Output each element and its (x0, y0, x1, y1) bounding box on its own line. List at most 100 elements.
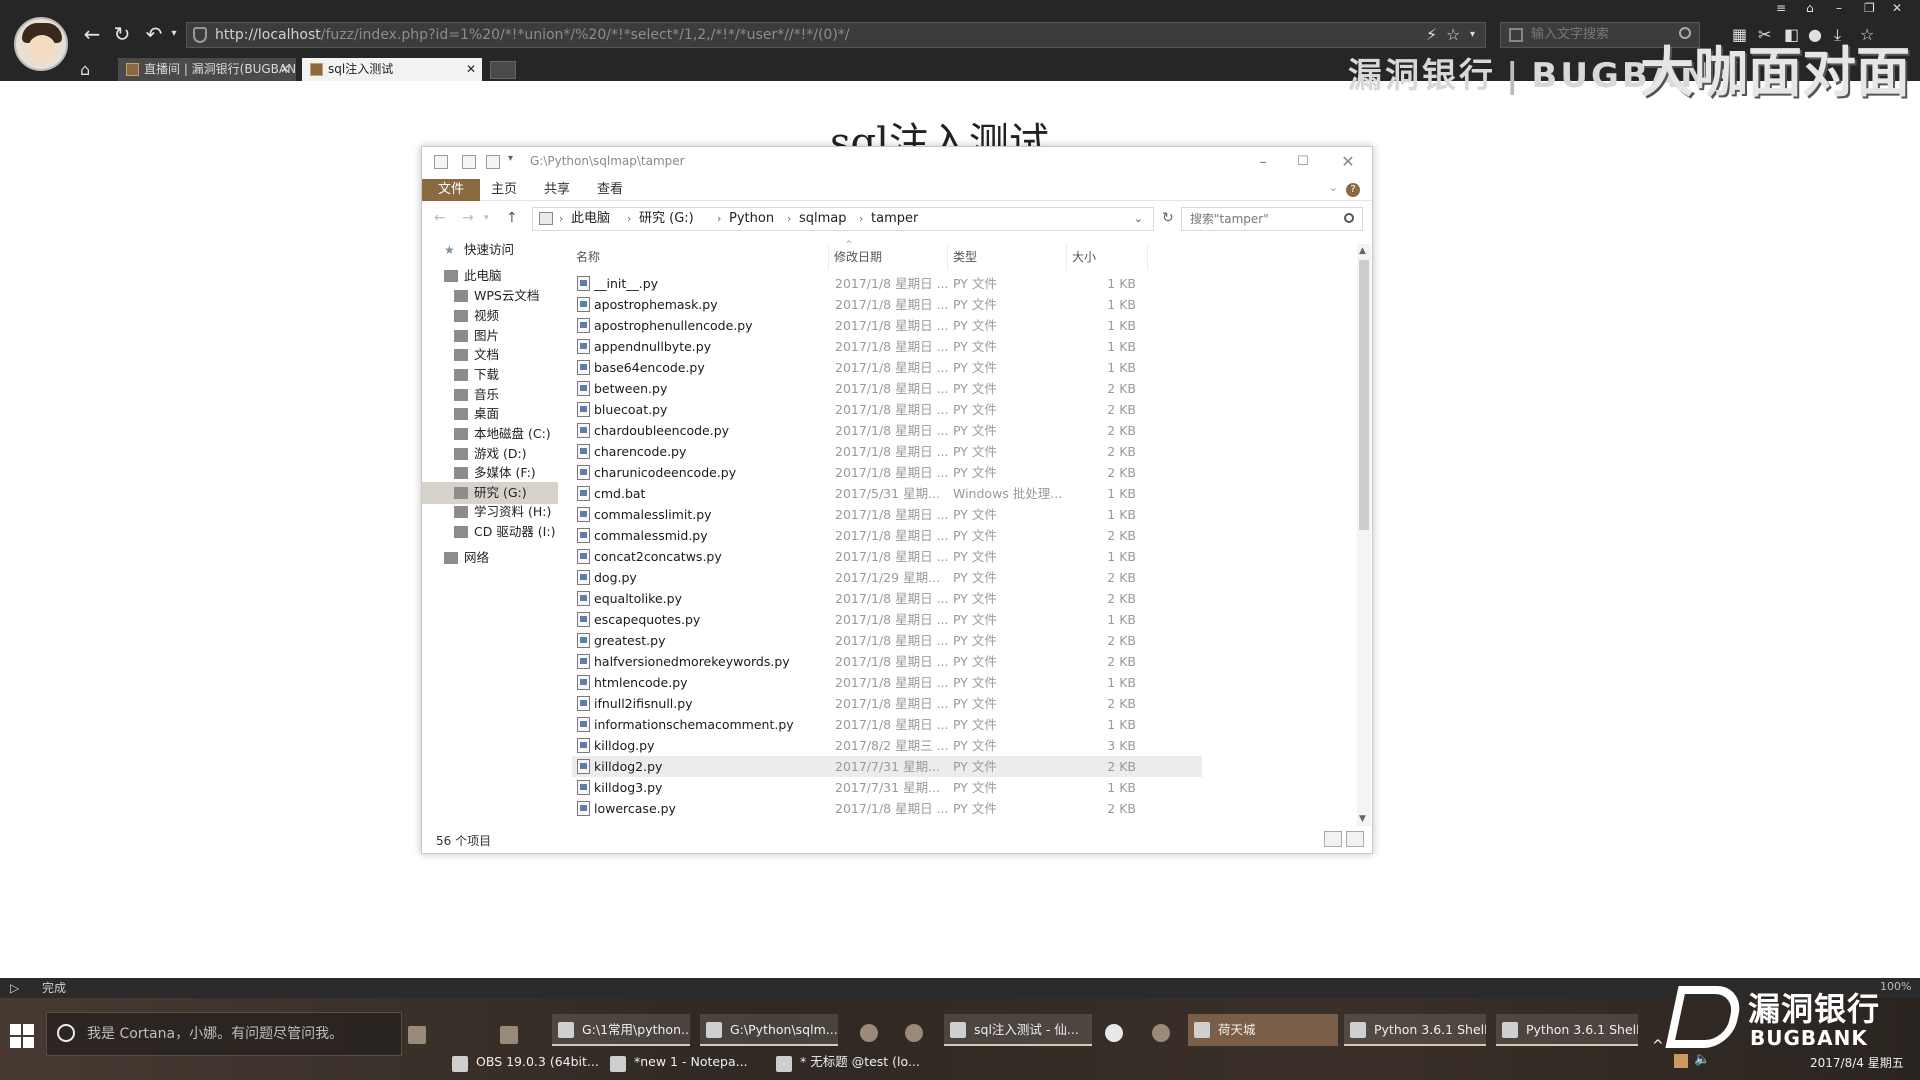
quick-access-dropdown-icon[interactable]: ▾ (508, 153, 513, 164)
file-row[interactable]: htmlencode.py 2017/1/8 星期日 ... PY 文件 1 KB (572, 672, 1202, 693)
taskbar-button[interactable]: sql注入测试 - 仙... (944, 1014, 1092, 1046)
restore-icon[interactable]: ❐ (1864, 0, 1875, 16)
nav-item[interactable]: 多媒体 (F:) (422, 462, 558, 484)
details-view-icon[interactable] (1324, 831, 1342, 847)
crumb-separator-icon[interactable]: › (859, 208, 863, 230)
new-tab-button[interactable] (490, 61, 516, 79)
ribbon-tab-home[interactable]: 主页 (491, 179, 517, 201)
tab-sql-injection[interactable]: sql注入测试 ✕ (302, 58, 482, 81)
column-header-type[interactable]: 类型 (949, 244, 1067, 270)
file-row[interactable]: modsecurityversioned.py 2017/1/8 星期日 ... P… (572, 819, 1202, 821)
minimize-icon[interactable]: – (1836, 0, 1842, 16)
user-avatar[interactable] (14, 17, 68, 71)
app-circle-icon[interactable] (905, 1024, 923, 1042)
tray-expand-icon[interactable]: ^ (1652, 1038, 1664, 1054)
file-row[interactable]: dog.py 2017/1/29 星期... PY 文件 2 KB (572, 567, 1202, 588)
refresh-icon[interactable]: ↻ (108, 20, 136, 48)
file-row[interactable]: commalesslimit.py 2017/1/8 星期日 ... PY 文件 1 … (572, 504, 1202, 525)
file-row[interactable]: killdog.py 2017/8/2 星期三 ... PY 文件 3 KB (572, 735, 1202, 756)
crumb-this-pc[interactable]: 此电脑 (571, 208, 610, 230)
file-row[interactable]: concat2concatws.py 2017/1/8 星期日 ... PY 文件 1… (572, 546, 1202, 567)
nav-item[interactable]: 本地磁盘 (C:) (422, 423, 558, 445)
nav-item[interactable]: 桌面 (422, 403, 558, 425)
file-row[interactable]: appendnullbyte.py 2017/1/8 星期日 ... PY 文件 1 … (572, 336, 1202, 357)
ribbon-tab-share[interactable]: 共享 (544, 179, 570, 201)
task-view-icon[interactable] (408, 1026, 426, 1044)
cortana-search-box[interactable]: 我是 Cortana，小娜。有问题尽管问我。 (46, 1012, 402, 1056)
crumb-separator-icon[interactable]: › (559, 208, 563, 230)
address-dropdown-icon[interactable]: ⌄ (1134, 208, 1143, 230)
file-row[interactable]: killdog2.py 2017/7/31 星期... PY 文件 2 KB (572, 756, 1202, 777)
crumb-python[interactable]: Python (729, 208, 774, 230)
recent-locations-icon[interactable]: ▾ (484, 213, 489, 223)
file-row[interactable]: escapequotes.py 2017/1/8 星期日 ... PY 文件 1 KB (572, 609, 1202, 630)
wechat-icon[interactable] (1105, 1024, 1123, 1042)
nav-item[interactable]: 此电脑 (422, 265, 558, 287)
file-row[interactable]: apostrophenullencode.py 2017/1/8 星期日 ... P… (572, 315, 1202, 336)
music-app-icon[interactable] (1152, 1024, 1170, 1042)
crumb-tamper[interactable]: tamper (871, 208, 918, 230)
scroll-up-icon[interactable]: ▲ (1359, 246, 1366, 256)
taskbar-button[interactable]: * 无标题 @test (lo... (770, 1048, 920, 1076)
tab-close-icon[interactable]: ✕ (280, 58, 290, 80)
url-dropdown-icon[interactable]: ▾ (1470, 22, 1475, 48)
ribbon-expand-icon[interactable]: ⌄ (1329, 181, 1338, 194)
up-folder-icon[interactable]: ↑ (506, 210, 518, 226)
scrollbar-thumb[interactable] (1359, 260, 1369, 530)
file-row[interactable]: greatest.py 2017/1/8 星期日 ... PY 文件 2 KB (572, 630, 1202, 651)
taskbar-button[interactable]: G:\1常用\python... (552, 1014, 690, 1046)
crumb-separator-icon[interactable]: › (627, 208, 631, 230)
tab-close-icon[interactable]: ✕ (466, 58, 476, 80)
app-circle-icon[interactable] (860, 1024, 878, 1042)
back-icon[interactable]: ← (78, 20, 106, 48)
undo-dropdown-icon[interactable]: ▾ (160, 20, 188, 48)
taskbar-button[interactable]: 荷天城 (1188, 1014, 1338, 1046)
folder-icon[interactable] (434, 155, 448, 169)
vertical-scrollbar[interactable]: ▲ ▼ (1357, 244, 1371, 826)
nav-item[interactable]: 学习资料 (H:) (422, 501, 558, 523)
file-row[interactable]: charencode.py 2017/1/8 星期日 ... PY 文件 2 KB (572, 441, 1202, 462)
crumb-sqlmap[interactable]: sqlmap (799, 208, 847, 230)
file-row[interactable]: chardoubleencode.py 2017/1/8 星期日 ... PY 文件… (572, 420, 1202, 441)
windows-store-icon[interactable] (500, 1026, 518, 1044)
lightning-icon[interactable]: ⚡ (1426, 22, 1437, 48)
file-row[interactable]: killdog3.py 2017/7/31 星期... PY 文件 1 KB (572, 777, 1202, 798)
crumb-drive-g[interactable]: 研究 (G:) (639, 208, 694, 230)
address-bar[interactable]: http://localhost/fuzz/index.php?id=1%20/… (186, 22, 1486, 48)
taskbar-button[interactable]: Python 3.6.1 Shell (1496, 1014, 1638, 1046)
crumb-separator-icon[interactable]: › (717, 208, 721, 230)
close-icon[interactable]: ✕ (1892, 0, 1902, 16)
scroll-down-icon[interactable]: ▼ (1359, 814, 1366, 824)
file-row[interactable]: commalessmid.py 2017/1/8 星期日 ... PY 文件 2 KB (572, 525, 1202, 546)
skin-icon[interactable]: ⌂ (1806, 0, 1814, 16)
nav-item[interactable]: 网络 (422, 547, 558, 569)
nav-item[interactable]: 文档 (422, 344, 558, 366)
file-row[interactable]: lowercase.py 2017/1/8 星期日 ... PY 文件 2 KB (572, 798, 1202, 819)
file-row[interactable]: __init__.py 2017/1/8 星期日 ... PY 文件 1 KB (572, 273, 1202, 294)
explorer-back-icon[interactable]: ← (434, 210, 446, 226)
nav-item[interactable]: 下载 (422, 364, 558, 386)
home-icon[interactable]: ⌂ (80, 60, 90, 79)
star-icon[interactable]: ☆ (1446, 22, 1460, 48)
nav-item[interactable]: WPS云文档 (422, 285, 558, 307)
file-row[interactable]: equaltolike.py 2017/1/8 星期日 ... PY 文件 2 KB (572, 588, 1202, 609)
menu-icon[interactable]: ≡ (1776, 0, 1786, 16)
file-row[interactable]: apostrophemask.py 2017/1/8 星期日 ... PY 文件 1 … (572, 294, 1202, 315)
file-row[interactable]: base64encode.py 2017/1/8 星期日 ... PY 文件 1 KB (572, 357, 1202, 378)
file-row[interactable]: halfversionedmorekeywords.py 2017/1/8 星期日… (572, 651, 1202, 672)
column-header-date[interactable]: 修改日期 (830, 244, 948, 270)
nav-item[interactable]: 视频 (422, 305, 558, 327)
taskbar-button[interactable]: OBS 19.0.3 (64bit... (446, 1048, 600, 1076)
file-row[interactable]: cmd.bat 2017/5/31 星期... Windows 批处理... 1 KB (572, 483, 1202, 504)
explorer-forward-icon[interactable]: → (462, 210, 474, 226)
explorer-address-bar[interactable]: › 此电脑 › 研究 (G:) › Python › sqlmap › tamp… (532, 207, 1154, 231)
nav-item[interactable]: CD 驱动器 (I:) (422, 521, 558, 543)
ribbon-tab-file[interactable]: 文件 (422, 179, 480, 201)
file-row[interactable]: informationschemacomment.py 2017/1/8 星期日 … (572, 714, 1202, 735)
help-icon[interactable]: ? (1346, 183, 1360, 197)
nav-item[interactable]: ★ 快速访问 (422, 239, 558, 261)
explorer-search-input[interactable]: 搜索"tamper" (1181, 207, 1363, 231)
explorer-close-icon[interactable]: ✕ (1333, 151, 1363, 173)
windows-start-icon[interactable] (10, 1024, 36, 1050)
tab-live-room[interactable]: 直播间 | 漏洞银行(BUGBANK) ✕ (118, 58, 296, 81)
